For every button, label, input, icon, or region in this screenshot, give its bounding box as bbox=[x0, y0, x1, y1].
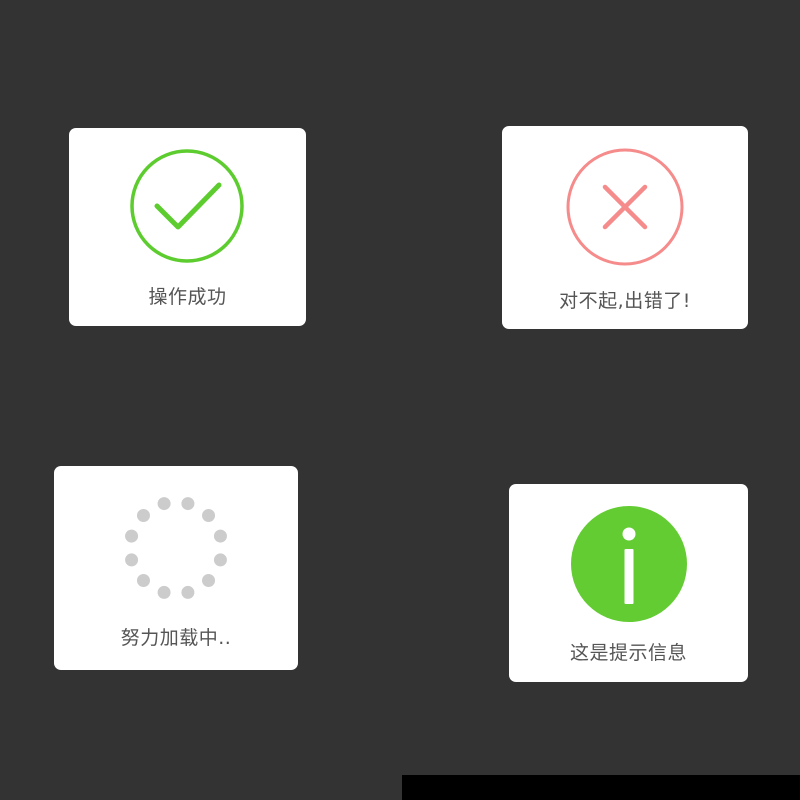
spinner-dot bbox=[136, 574, 150, 588]
toast-demo-canvas: 操作成功 对不起,出错了! 努力加载中.. 这是提示信息 bbox=[0, 0, 800, 800]
info-toast-label: 这是提示信息 bbox=[569, 642, 687, 664]
check-circle-icon bbox=[130, 149, 244, 263]
loading-toast-label: 努力加载中.. bbox=[120, 627, 232, 649]
spinner-dot bbox=[136, 508, 150, 522]
error-toast-label: 对不起,出错了! bbox=[559, 290, 691, 312]
loading-spinner-icon bbox=[125, 497, 227, 599]
spinner-dot bbox=[181, 585, 195, 599]
spinner-dot bbox=[202, 508, 216, 522]
spinner-dot bbox=[157, 497, 171, 511]
spinner-dot bbox=[157, 585, 171, 599]
loading-toast: 努力加载中.. bbox=[54, 466, 298, 670]
error-toast: 对不起,出错了! bbox=[502, 126, 748, 329]
spinner-dot bbox=[213, 529, 227, 543]
info-circle-icon bbox=[571, 506, 687, 622]
bottom-black-bar bbox=[402, 775, 800, 800]
success-toast: 操作成功 bbox=[69, 128, 306, 326]
spinner-dot bbox=[202, 574, 216, 588]
spinner-dot bbox=[181, 497, 195, 511]
success-toast-label: 操作成功 bbox=[148, 286, 227, 308]
spinner-dot bbox=[125, 553, 139, 567]
spinner-dot bbox=[213, 553, 227, 567]
spinner-dot bbox=[125, 529, 139, 543]
info-toast: 这是提示信息 bbox=[509, 484, 748, 682]
close-circle-icon bbox=[566, 148, 684, 266]
